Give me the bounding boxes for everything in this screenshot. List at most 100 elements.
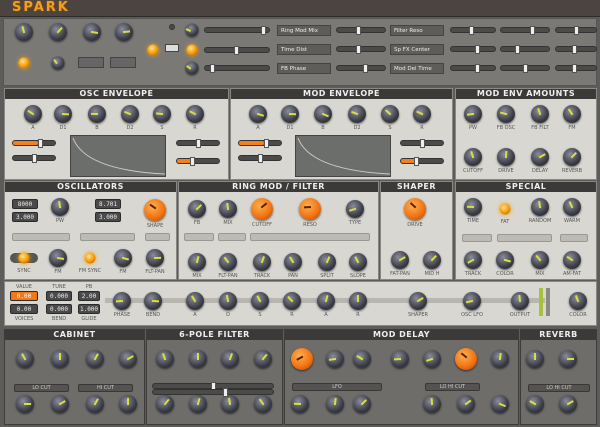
- dropdown-amount-slider[interactable]: [450, 26, 496, 35]
- slider-thumb[interactable]: [413, 157, 419, 166]
- filter-knob[interactable]: [254, 350, 272, 368]
- osc-env-knob[interactable]: [88, 105, 106, 123]
- fm-knob[interactable]: [114, 249, 132, 267]
- delay-knob[interactable]: [491, 350, 509, 368]
- fx-slider[interactable]: [555, 64, 597, 73]
- mod-amount-knob[interactable]: [497, 105, 515, 123]
- time-knob[interactable]: [464, 198, 482, 216]
- osc-env-knob[interactable]: [24, 105, 42, 123]
- dropdown-amount-slider[interactable]: [336, 45, 386, 54]
- slider-thumb[interactable]: [572, 45, 577, 54]
- osc-env-knob[interactable]: [186, 105, 204, 123]
- cabinet-knob[interactable]: [16, 350, 34, 368]
- reverb-knob[interactable]: [559, 350, 577, 368]
- special-knob[interactable]: [563, 251, 581, 269]
- slider-thumb[interactable]: [572, 64, 577, 73]
- filter-knob[interactable]: [156, 395, 174, 413]
- cabinet-knob[interactable]: [51, 395, 69, 413]
- mode-led[interactable]: [147, 44, 159, 56]
- dropdown[interactable]: Filter Reso: [390, 25, 444, 36]
- selector-bar[interactable]: [145, 233, 170, 241]
- small-knob[interactable]: [51, 56, 65, 70]
- slider-thumb[interactable]: [522, 64, 528, 73]
- ringmod-knob[interactable]: [188, 200, 206, 218]
- strip-knob[interactable]: [186, 292, 204, 310]
- filter-knob[interactable]: [221, 350, 239, 368]
- strip-knob[interactable]: [144, 292, 162, 310]
- top-knob[interactable]: [15, 23, 33, 41]
- value-display[interactable]: 3.000: [95, 212, 121, 222]
- slider-thumb[interactable]: [475, 45, 481, 54]
- ringmod-knob[interactable]: [219, 253, 237, 271]
- slider-thumb[interactable]: [264, 139, 270, 148]
- mod-env-knob[interactable]: [348, 105, 366, 123]
- delay-knob[interactable]: [326, 350, 344, 368]
- slider-thumb[interactable]: [31, 154, 37, 163]
- strip-knob[interactable]: [219, 292, 237, 310]
- drive-knob[interactable]: [404, 198, 426, 220]
- mod-env-knob[interactable]: [281, 105, 299, 123]
- mod-env-knob[interactable]: [249, 105, 267, 123]
- special-knob[interactable]: [496, 251, 514, 269]
- mod-amount-knob[interactable]: [531, 105, 549, 123]
- ringmod-knob[interactable]: [349, 253, 367, 271]
- fm-sync-led[interactable]: [84, 252, 96, 264]
- mod-amount-knob[interactable]: [563, 148, 581, 166]
- value-display[interactable]: 0.000: [46, 291, 72, 301]
- slider-thumb[interactable]: [222, 388, 228, 397]
- vertical-slider[interactable]: [169, 24, 175, 30]
- fx-slider[interactable]: [555, 45, 597, 54]
- osc-env-knob[interactable]: [54, 105, 72, 123]
- ringmod-knob[interactable]: [219, 200, 237, 218]
- value-display[interactable]: 0.00: [10, 291, 38, 301]
- slider-thumb[interactable]: [475, 64, 481, 73]
- ringmod-knob[interactable]: [188, 253, 206, 271]
- mod-env-knob[interactable]: [413, 105, 431, 123]
- selector-bar[interactable]: [497, 234, 552, 242]
- dropdown-amount-slider[interactable]: [450, 45, 496, 54]
- top-knob[interactable]: [115, 23, 133, 41]
- mod-amount-knob[interactable]: [464, 148, 482, 166]
- value-display[interactable]: 8000: [12, 199, 38, 209]
- env-slider[interactable]: [400, 157, 444, 166]
- slider-thumb[interactable]: [261, 26, 267, 35]
- strip-knob[interactable]: [463, 292, 481, 310]
- strip-knob[interactable]: [349, 292, 367, 310]
- selector-bar[interactable]: [80, 233, 135, 241]
- cabinet-knob[interactable]: [119, 350, 137, 368]
- delay-knob[interactable]: [423, 350, 441, 368]
- env-slider[interactable]: [176, 157, 220, 166]
- delay-knob[interactable]: [391, 350, 409, 368]
- selector-bar[interactable]: [184, 233, 214, 241]
- top-slider[interactable]: [204, 26, 270, 35]
- ringmod-knob[interactable]: [299, 198, 321, 220]
- fat-pan-knob[interactable]: [391, 251, 409, 269]
- mod-env-knob[interactable]: [314, 105, 332, 123]
- selector-bar[interactable]: LO CUT: [14, 384, 69, 392]
- reverb-knob[interactable]: [526, 395, 544, 413]
- value-display[interactable]: 2.00: [78, 291, 100, 301]
- filter-slider[interactable]: [152, 388, 274, 397]
- cabinet-knob[interactable]: [16, 395, 34, 413]
- slider-thumb[interactable]: [363, 64, 369, 73]
- top-slider[interactable]: [204, 46, 270, 55]
- vertical-slider-thumb[interactable]: [165, 44, 179, 52]
- slider-thumb[interactable]: [419, 139, 425, 148]
- osc-env-knob[interactable]: [121, 105, 139, 123]
- strip-knob[interactable]: [409, 292, 427, 310]
- strip-knob[interactable]: [511, 292, 529, 310]
- value-display[interactable]: 0.000: [46, 304, 72, 314]
- slider-thumb[interactable]: [210, 64, 216, 73]
- warm-knob[interactable]: [563, 198, 581, 216]
- value-display[interactable]: 1.000: [78, 304, 100, 314]
- ringmod-knob[interactable]: [253, 253, 271, 271]
- filter-knob[interactable]: [189, 395, 207, 413]
- selector-bar[interactable]: [218, 233, 246, 241]
- top-knob[interactable]: [83, 23, 101, 41]
- value-display[interactable]: 8.701: [95, 199, 121, 209]
- slider-thumb[interactable]: [515, 45, 521, 54]
- dropdown[interactable]: Sp FX Center: [390, 44, 444, 55]
- selector-bar[interactable]: [250, 233, 370, 241]
- small-knob[interactable]: [185, 23, 199, 37]
- env-slider[interactable]: [238, 154, 282, 163]
